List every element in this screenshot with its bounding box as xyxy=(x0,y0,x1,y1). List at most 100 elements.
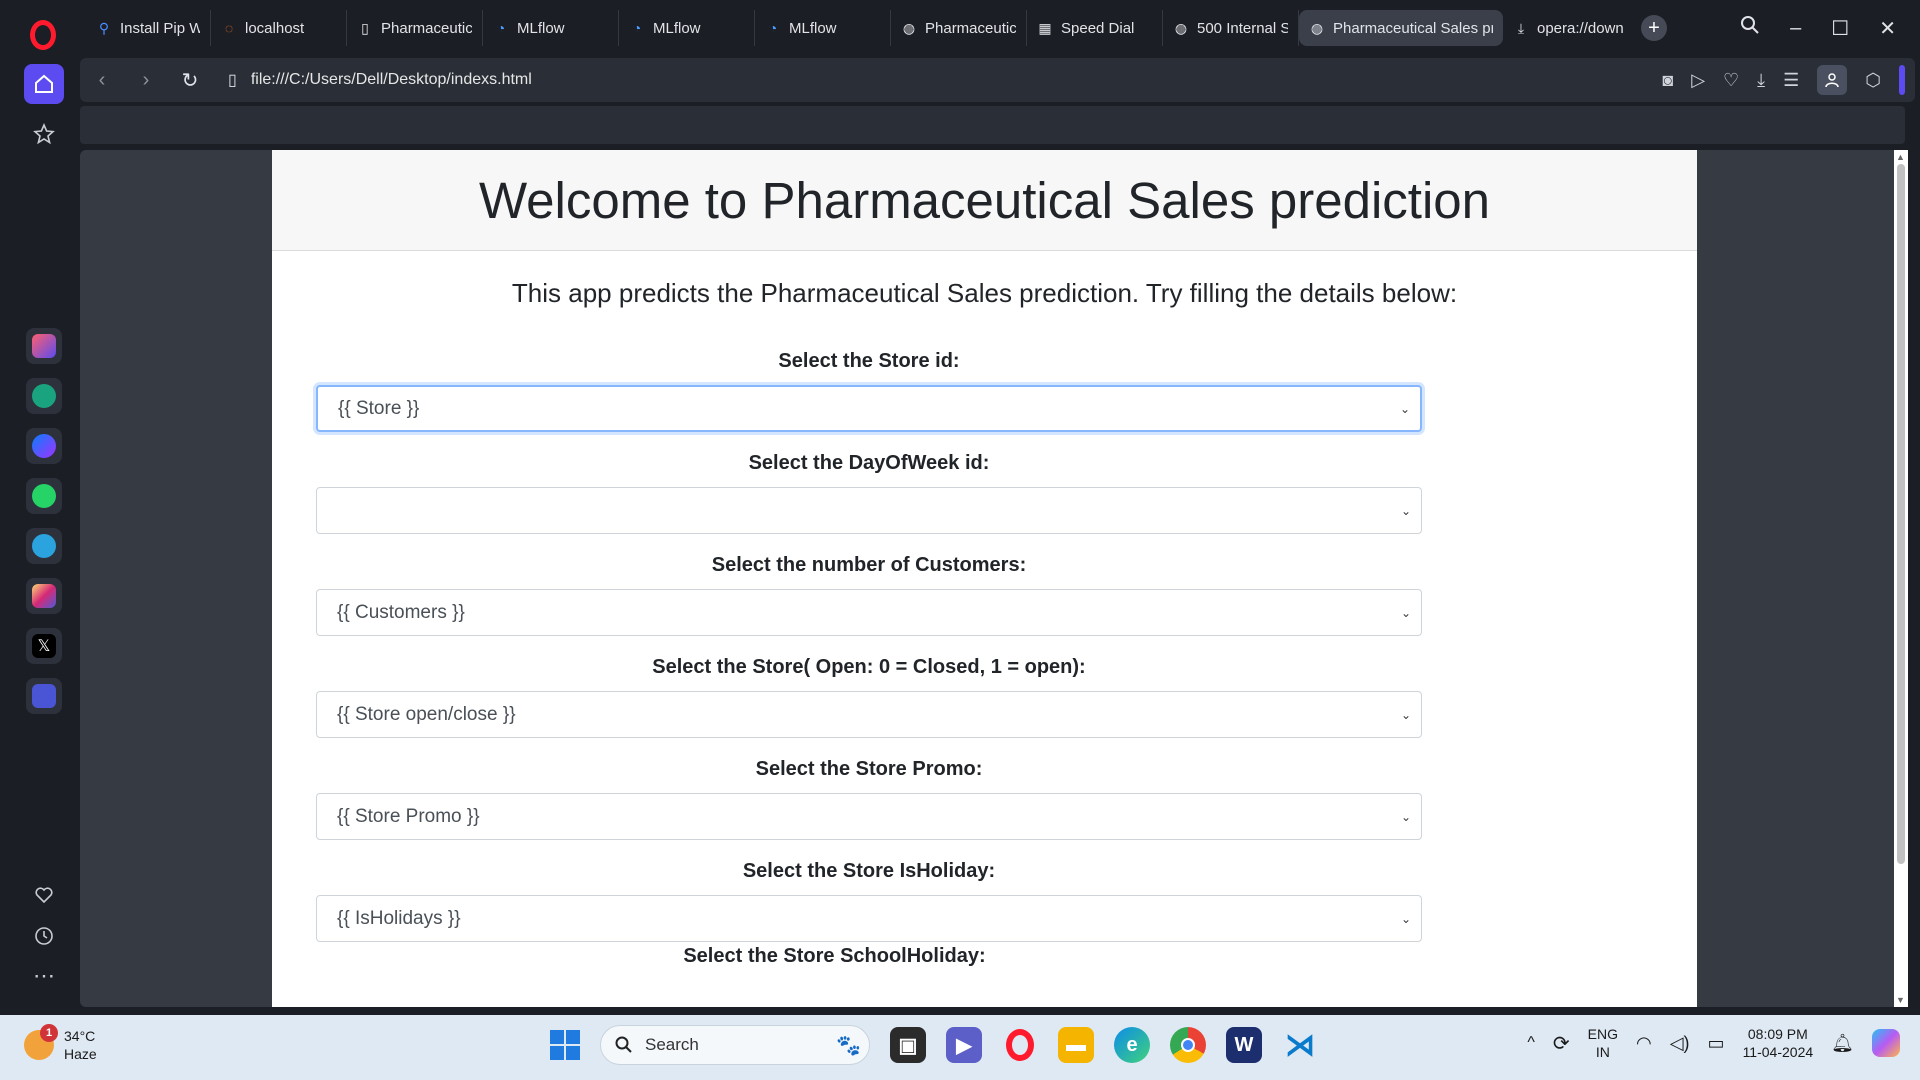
easy-setup-icon[interactable]: ☰ xyxy=(1783,70,1799,91)
store-id-select[interactable]: {{ Store }} ⌄ xyxy=(316,385,1422,432)
extensions-cube-icon[interactable]: ⬡ xyxy=(1865,70,1881,91)
tab-pharmaceutica[interactable]: ◍ Pharmaceutica xyxy=(891,10,1027,46)
is-holiday-value: {{ IsHolidays }} xyxy=(337,907,461,929)
window-controls: – ☐ ✕ xyxy=(1740,0,1920,56)
customers-group: Select the number of Customers: {{ Custo… xyxy=(316,554,1422,636)
globe-icon: ◍ xyxy=(1174,19,1188,36)
tab-mlflow-2[interactable]: ◔ MLflow xyxy=(619,10,755,46)
whatsapp-icon[interactable] xyxy=(26,478,62,514)
lang-top: ENG xyxy=(1587,1026,1618,1042)
tab-pharmaceutical-file[interactable]: ▯ Pharmaceutical xyxy=(347,10,483,46)
notification-bell-icon[interactable]: 🔔︎ xyxy=(1831,1033,1854,1054)
clock[interactable]: 08:09 PM 11-04-2024 xyxy=(1743,1025,1814,1061)
opera-logo-icon[interactable] xyxy=(30,20,56,50)
intro-text: This app predicts the Pharmaceutical Sal… xyxy=(511,278,1458,308)
customers-label: Select the number of Customers: xyxy=(711,554,1027,576)
prediction-form: Select the Store id: {{ Store }} ⌄ Selec… xyxy=(316,350,1422,962)
vscode-icon[interactable]: ⋊ xyxy=(1282,1027,1318,1063)
globe-icon: ◍ xyxy=(902,19,916,36)
mlflow-icon: ◔ xyxy=(632,20,642,36)
music-player-icon[interactable] xyxy=(26,678,62,714)
clock-date: 11-04-2024 xyxy=(1742,1044,1814,1060)
instagram-icon[interactable] xyxy=(26,578,62,614)
scroll-down-icon[interactable]: ▼ xyxy=(1896,995,1905,1005)
opera-taskbar-icon[interactable] xyxy=(1002,1027,1038,1063)
is-holiday-select[interactable]: {{ IsHolidays }} ⌄ xyxy=(316,895,1422,942)
weather-widget[interactable]: 1 34°C Haze xyxy=(24,1024,97,1063)
telegram-icon[interactable] xyxy=(26,528,62,564)
search-icon xyxy=(615,1036,632,1053)
sync-icon[interactable]: ⟳ xyxy=(1553,1031,1570,1056)
history-icon[interactable] xyxy=(24,916,64,956)
tab-install-pip[interactable]: ⚲ Install Pip Wind xyxy=(86,10,211,46)
new-tab-button[interactable]: + xyxy=(1641,15,1667,41)
taskbar-search[interactable]: Search 🐾 xyxy=(600,1025,870,1065)
store-promo-group: Select the Store Promo: {{ Store Promo }… xyxy=(316,758,1422,840)
windows-start-icon[interactable] xyxy=(550,1030,580,1060)
tab-mlflow-1[interactable]: ◔ MLflow xyxy=(483,10,619,46)
page-scrollbar[interactable]: ▲ ▼ xyxy=(1894,150,1908,1007)
tab-mlflow-3[interactable]: ◔ MLflow xyxy=(755,10,891,46)
profile-icon[interactable] xyxy=(1817,65,1848,95)
jupyter-icon: ◌ xyxy=(224,20,234,36)
maximize-icon[interactable]: ☐ xyxy=(1831,16,1849,41)
dayofweek-select[interactable]: ⌄ xyxy=(316,487,1422,534)
reload-icon[interactable]: ↻ xyxy=(168,68,212,93)
is-holiday-group: Select the Store IsHoliday: {{ IsHoliday… xyxy=(316,860,1422,942)
chrome-icon[interactable] xyxy=(1170,1027,1206,1063)
tab-bar: ⚲ Install Pip Wind ◌ localhost ▯ Pharmac… xyxy=(86,0,1920,56)
store-open-label: Select the Store( Open: 0 = Closed, 1 = … xyxy=(652,656,1086,678)
star-icon[interactable] xyxy=(24,114,64,154)
store-open-select[interactable]: {{ Store open/close }} ⌄ xyxy=(316,691,1422,738)
scrollbar-thumb[interactable] xyxy=(1897,164,1905,864)
x-twitter-icon[interactable]: 𝕏 xyxy=(26,628,62,664)
close-icon[interactable]: ✕ xyxy=(1879,16,1896,41)
task-view-icon[interactable]: ▣ xyxy=(890,1027,926,1063)
wifi-icon[interactable]: ◠ xyxy=(1636,1033,1652,1054)
weather-sun-icon: 1 xyxy=(24,1024,58,1060)
chevron-down-icon: ⌄ xyxy=(1399,401,1410,416)
back-icon[interactable]: ‹ xyxy=(80,69,124,92)
flow-send-icon[interactable]: ▷ xyxy=(1691,70,1705,91)
chatgpt-icon[interactable] xyxy=(26,378,62,414)
dayofweek-group: Select the DayOfWeek id: ⌄ xyxy=(316,452,1422,534)
tab-500-error[interactable]: ◍ 500 Internal Se xyxy=(1163,10,1299,46)
search-highlight-icon: 🐾 xyxy=(836,1034,861,1057)
clock-time: 08:09 PM xyxy=(1747,1026,1808,1042)
language-indicator[interactable]: ENG IN xyxy=(1588,1025,1618,1061)
copilot-icon[interactable] xyxy=(1872,1029,1900,1057)
file-explorer-icon[interactable]: ▬ xyxy=(1058,1027,1094,1063)
tab-pharmaceutical-sales-active[interactable]: ◍ Pharmaceutical Sales pre xyxy=(1299,10,1503,46)
aria-icon[interactable] xyxy=(26,328,62,364)
snapshot-icon[interactable]: ◙ xyxy=(1662,70,1673,91)
teams-icon[interactable]: ▶ xyxy=(946,1027,982,1063)
customers-select[interactable]: {{ Customers }} ⌄ xyxy=(316,589,1422,636)
forward-icon[interactable]: › xyxy=(124,69,168,92)
url-field[interactable]: file:///C:/Users/Dell/Desktop/indexs.htm… xyxy=(251,71,532,89)
globe-icon: ◍ xyxy=(1310,19,1324,36)
volume-icon[interactable]: ◁) xyxy=(1670,1033,1690,1054)
heart-icon[interactable] xyxy=(24,875,64,915)
bookmark-heart-icon[interactable]: ♡ xyxy=(1723,70,1739,91)
scroll-up-icon[interactable]: ▲ xyxy=(1896,152,1905,162)
chevron-down-icon: ⌄ xyxy=(1400,911,1411,926)
system-tray: ^ ⟳ ENG IN ◠ ◁) ▭ 08:09 PM 11-04-2024 🔔︎ xyxy=(1527,1025,1900,1061)
store-promo-select[interactable]: {{ Store Promo }} ⌄ xyxy=(316,793,1422,840)
windows-taskbar: 1 34°C Haze Search 🐾 ▣ ▶ ▬ e W ⋊ ^ ⟳ ENG… xyxy=(0,1015,1920,1080)
more-icon[interactable]: ⋯ xyxy=(24,956,64,996)
prediction-card: Welcome to Pharmaceutical Sales predicti… xyxy=(272,150,1697,1007)
tab-localhost[interactable]: ◌ localhost xyxy=(211,10,347,46)
mlflow-icon: ◔ xyxy=(496,20,506,36)
tab-speed-dial[interactable]: ▦ Speed Dial xyxy=(1027,10,1163,46)
chevron-up-icon[interactable]: ^ xyxy=(1527,1034,1535,1052)
downloads-icon[interactable]: ⤓ xyxy=(1757,70,1765,91)
edge-icon[interactable]: e xyxy=(1114,1027,1150,1063)
wps-icon[interactable]: W xyxy=(1226,1027,1262,1063)
messenger-icon[interactable] xyxy=(26,428,62,464)
battery-icon[interactable]: ▭ xyxy=(1708,1033,1725,1054)
tab-opera-downloads[interactable]: ⤓ opera://downlo xyxy=(1503,10,1633,46)
home-icon[interactable] xyxy=(24,64,64,104)
tab-search-icon[interactable] xyxy=(1740,15,1760,41)
browser-sidebar: 𝕏 ⋯ xyxy=(0,0,86,1015)
minimize-icon[interactable]: – xyxy=(1790,17,1801,40)
